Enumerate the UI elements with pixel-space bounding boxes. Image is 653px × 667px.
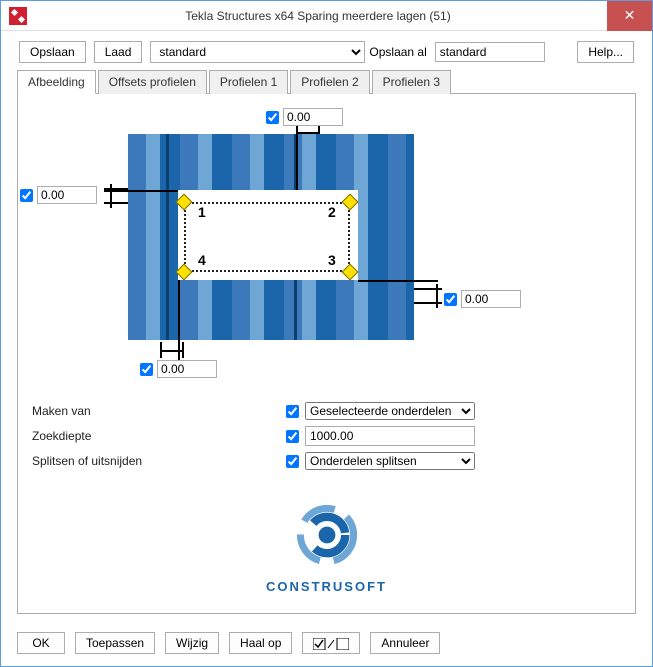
help-button[interactable]: Help... <box>577 41 634 63</box>
modify-button[interactable]: Wijzig <box>165 632 219 654</box>
wall-graphic: 1 2 3 4 <box>128 134 414 340</box>
tab-profielen1[interactable]: Profielen 1 <box>209 70 288 94</box>
cancel-button[interactable]: Annuleer <box>370 632 440 654</box>
diagram: 1 2 3 4 <box>18 106 635 386</box>
search-depth-check[interactable] <box>286 430 299 443</box>
offset-left-input[interactable] <box>37 186 97 204</box>
save-as-input[interactable] <box>435 42 545 62</box>
save-as-label: Opslaan al <box>369 45 426 59</box>
offset-left-check[interactable] <box>20 189 33 202</box>
offset-right-check[interactable] <box>444 293 457 306</box>
tab-profielen3[interactable]: Profielen 3 <box>372 70 451 94</box>
construsoft-text: CONSTRUSOFT <box>18 579 635 594</box>
offset-right-input[interactable] <box>461 290 521 308</box>
split-cut-select[interactable]: Onderdelen splitsen <box>305 452 475 470</box>
point-3-label: 3 <box>328 252 336 268</box>
point-2-label: 2 <box>328 204 336 220</box>
save-button[interactable]: Opslaan <box>19 41 86 63</box>
toggle-all-button[interactable] <box>302 632 360 654</box>
tab-offsets[interactable]: Offsets profielen <box>98 70 207 94</box>
preset-select[interactable]: standard <box>150 41 365 63</box>
tab-profielen2[interactable]: Profielen 2 <box>290 70 369 94</box>
search-depth-input[interactable] <box>305 426 475 446</box>
offset-bottom-check[interactable] <box>140 363 153 376</box>
ok-button[interactable]: OK <box>17 632 65 654</box>
point-4-label: 4 <box>198 252 206 268</box>
point-1-label: 1 <box>198 204 206 220</box>
offset-top-input[interactable] <box>283 108 343 126</box>
search-depth-label: Zoekdiepte <box>32 429 286 443</box>
app-icon <box>7 5 29 27</box>
offset-bottom-input[interactable] <box>157 360 217 378</box>
window-title: Tekla Structures x64 Sparing meerdere la… <box>29 9 607 23</box>
make-from-check[interactable] <box>286 405 299 418</box>
make-from-select[interactable]: Geselecteerde onderdelen <box>305 402 475 420</box>
fetch-button[interactable]: Haal op <box>229 632 292 654</box>
tab-afbeelding[interactable]: Afbeelding <box>17 70 96 94</box>
close-button[interactable]: ✕ <box>607 1 652 31</box>
offset-top-check[interactable] <box>266 111 279 124</box>
split-cut-label: Splitsen of uitsnijden <box>32 454 286 468</box>
load-button[interactable]: Laad <box>94 41 143 63</box>
apply-button[interactable]: Toepassen <box>75 632 155 654</box>
split-cut-check[interactable] <box>286 455 299 468</box>
construsoft-logo: CONSTRUSOFT <box>18 500 635 594</box>
make-from-label: Maken van <box>32 404 286 418</box>
